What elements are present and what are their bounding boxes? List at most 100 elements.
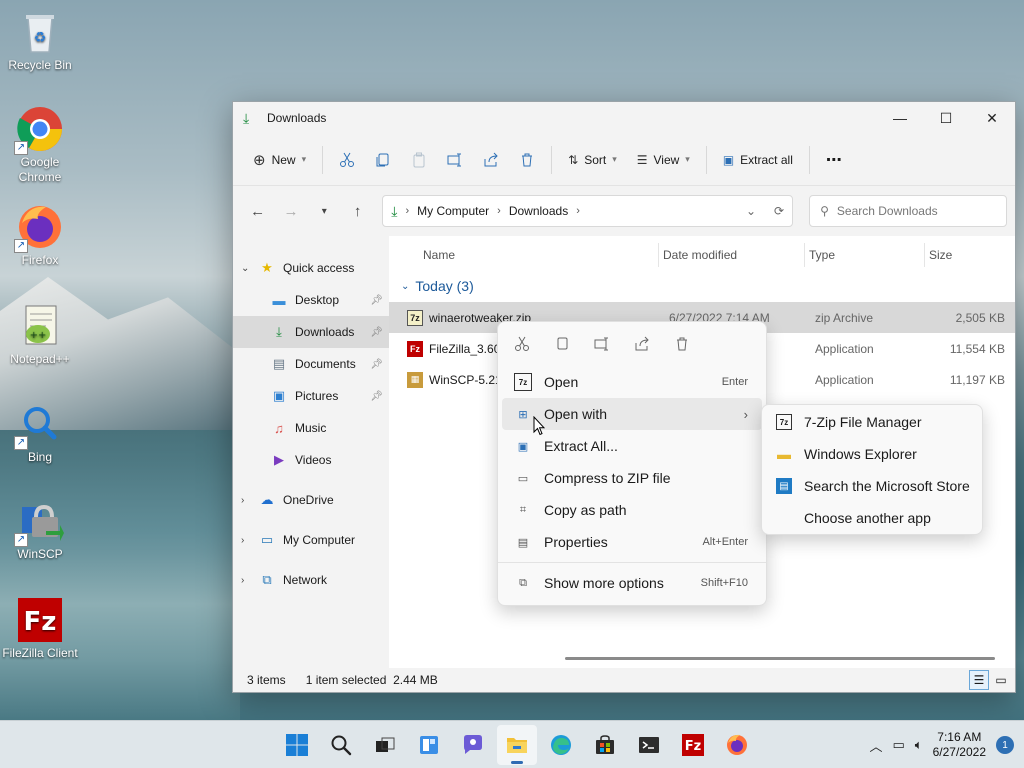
cloud-icon: ☁ [260,492,274,507]
search-icon[interactable] [321,725,361,765]
desktop-icon-filezilla[interactable]: Fz FileZilla Client [0,596,80,661]
desktop-icon-chrome[interactable]: ↗ Google Chrome [0,105,80,185]
desktop-icon-notepadpp[interactable]: ++ Notepad++ [0,302,80,367]
terminal-icon[interactable] [629,725,669,765]
nav-label: Pictures [295,389,339,403]
horizontal-scrollbar[interactable] [565,657,995,660]
menu-item-show-more-options[interactable]: ⧉ Show more options Shift+F10 [502,567,762,599]
menu-shortcut: Enter [721,376,748,388]
chat-icon[interactable] [453,725,493,765]
column-size[interactable]: Size [925,243,1001,267]
firefox-icon[interactable] [717,725,757,765]
submenu-item-7zip[interactable]: 7z 7-Zip File Manager [762,406,982,438]
sort-arrows-icon: ⇅ [568,152,579,167]
recent-locations-icon[interactable]: ▾ [310,196,339,226]
submenu-item-microsoft-store[interactable]: ▤ Search the Microsoft Store [762,470,982,502]
desktop-icon-label: Bing [27,450,53,464]
nav-onedrive[interactable]: › ☁ OneDrive [233,484,389,516]
delete-icon[interactable] [664,326,700,362]
up-icon[interactable]: ↑ [343,196,372,226]
view-button[interactable]: ☰ View ▾ [627,142,700,178]
breadcrumb-downloads[interactable]: Downloads [509,204,568,218]
group-header-today[interactable]: ⌄ Today (3) [389,274,1015,298]
edge-icon[interactable] [541,725,581,765]
desktop-icon-firefox[interactable]: ↗ Firefox [0,203,80,268]
details-view-icon[interactable]: ☰ [969,670,989,690]
network-icon[interactable]: ▭ [893,737,905,753]
chevron-up-icon[interactable]: ︿ [869,736,882,755]
menu-item-open[interactable]: 7z Open Enter [502,366,762,398]
back-icon[interactable]: ← [243,196,272,226]
tiles-view-icon[interactable]: ▭ [991,670,1011,690]
rename-icon[interactable] [584,326,620,362]
widgets-icon[interactable] [409,725,449,765]
nav-item-videos[interactable]: ▶ Videos [233,444,389,476]
sort-button[interactable]: ⇅ Sort ▾ [558,142,627,178]
desktop-icon-winscp[interactable]: ↗ WinSCP [0,497,80,562]
store-icon[interactable] [585,725,625,765]
clock[interactable]: 7:16 AM 6/27/2022 [933,730,986,760]
more-options-button[interactable]: ⋯ [816,142,852,178]
refresh-icon[interactable]: ⟳ [774,204,784,218]
chevron-down-icon: ⌄ [241,262,250,274]
nav-item-pictures[interactable]: ▣ Pictures 📌︎ [233,380,389,412]
file-size: 11,554 KB [949,341,1005,356]
task-view-icon[interactable] [365,725,405,765]
nav-item-documents[interactable]: ▤ Documents 📌︎ [233,348,389,380]
show-more-icon: ⧉ [519,576,527,589]
address-row: ← → ▾ ↑ ⤓ › My Computer › Downloads › ⌄ … [233,186,1015,236]
column-type[interactable]: Type [805,243,925,267]
notification-badge[interactable]: 1 [996,736,1014,754]
close-button[interactable]: ✕ [969,102,1015,134]
delete-icon[interactable] [509,142,545,178]
desktop-folder-icon: ▬ [272,292,286,308]
extract-all-button[interactable]: ▣ Extract all [713,142,803,178]
title-bar[interactable]: ⤓ Downloads — ☐ ✕ [233,102,1015,134]
mouse-cursor-icon [533,416,545,436]
menu-item-properties[interactable]: ▤ Properties Alt+Enter [502,526,762,558]
new-button[interactable]: ⊕ New ▾ [243,142,316,178]
address-bar[interactable]: ⤓ › My Computer › Downloads › ⌄ ⟳ [382,195,794,227]
submenu-item-windows-explorer[interactable]: ▬ Windows Explorer [762,438,982,470]
nav-item-music[interactable]: ♫ Music [233,412,389,444]
share-icon[interactable] [473,142,509,178]
cut-icon[interactable] [504,326,540,362]
filezilla-icon[interactable]: Fz [673,725,713,765]
maximize-button[interactable]: ☐ [923,102,969,134]
nav-label: Network [283,573,328,587]
nav-my-computer[interactable]: › ▭ My Computer [233,524,389,556]
nav-quick-access[interactable]: ⌄ ★ Quick access [233,252,389,284]
volume-icon[interactable]: 🔈︎ [915,737,923,753]
menu-label: Extract All... [544,438,618,454]
nav-item-downloads[interactable]: ⤓ Downloads 📌︎ [233,316,389,348]
submenu-item-choose-another-app[interactable]: Choose another app [762,502,982,534]
file-explorer-taskbar-icon[interactable] [497,725,537,765]
rename-icon[interactable] [437,142,473,178]
copy-icon[interactable] [544,326,580,362]
nav-network[interactable]: › ⧉ Network [233,564,389,596]
forward-icon[interactable]: → [276,196,305,226]
start-button[interactable] [277,725,317,765]
column-date-modified[interactable]: Date modified [659,243,805,267]
file-size: 11,197 KB [949,372,1005,387]
desktop-icon-recycle-bin[interactable]: ♻ Recycle Bin [0,8,80,73]
cut-icon[interactable] [329,142,365,178]
menu-item-compress-zip[interactable]: ▭ Compress to ZIP file [502,462,762,494]
address-history-icon[interactable]: ⌄ [746,204,756,218]
desktop-icon-bing[interactable]: ↗ Bing [0,400,80,465]
extract-folder-icon: ▣ [722,152,735,167]
toolbar-divider [808,145,810,174]
share-icon[interactable] [624,326,660,362]
column-name[interactable]: Name [419,243,659,267]
nav-item-desktop[interactable]: ▬ Desktop 📌︎ [233,284,389,316]
search-icon: ⚲ [820,204,829,218]
copy-icon[interactable] [365,142,401,178]
menu-item-copy-path[interactable]: ⌗ Copy as path [502,494,762,526]
minimize-button[interactable]: — [877,102,923,134]
new-label: New [271,152,296,167]
chevron-right-icon: › [241,494,245,506]
search-box[interactable]: ⚲ Search Downloads [809,195,1007,227]
paste-icon[interactable] [401,142,437,178]
breadcrumb-my-computer[interactable]: My Computer [417,204,489,218]
pin-icon: 📌︎ [370,390,383,402]
